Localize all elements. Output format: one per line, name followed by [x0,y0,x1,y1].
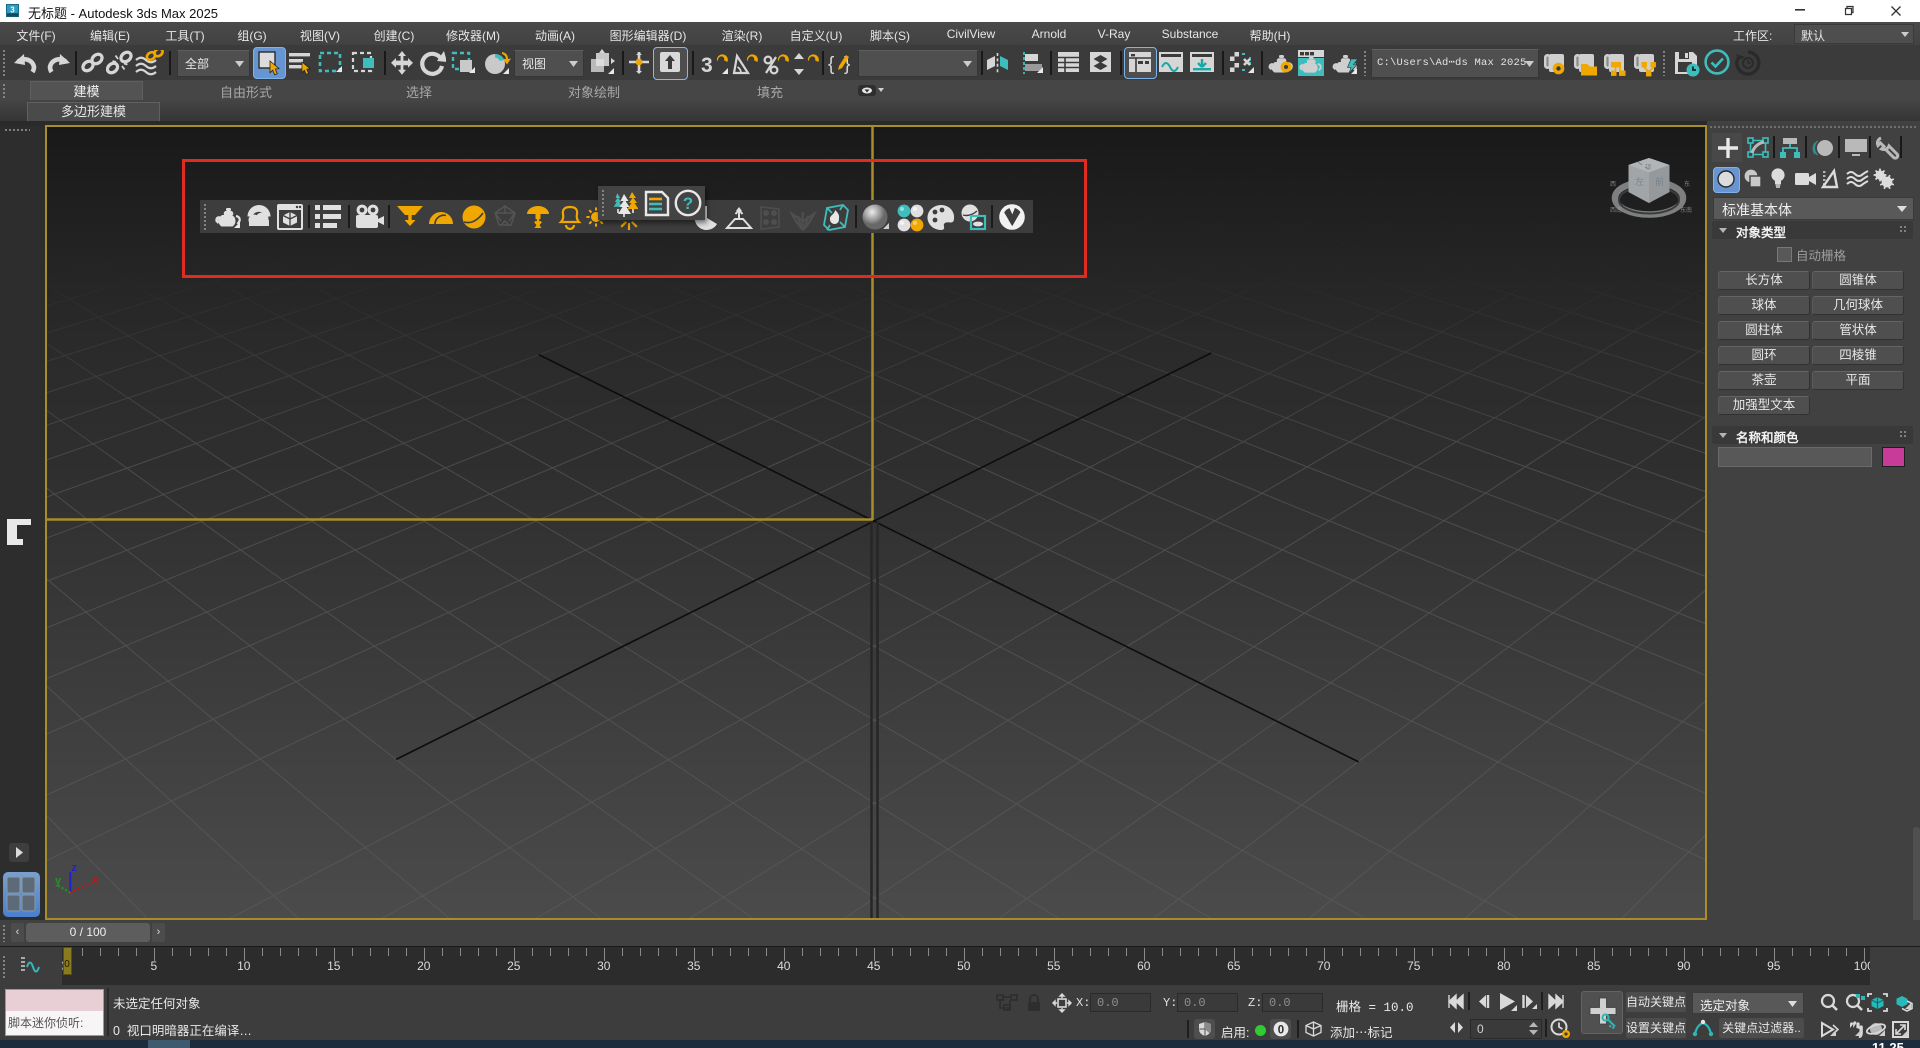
svg-text:3: 3 [10,6,15,15]
svg-text:东: 东 [1684,180,1690,188]
svg-text:0: 0 [1278,1025,1284,1037]
svg-text:?: ? [683,194,693,213]
svg-text:x: x [92,874,99,886]
svg-text:西南: 西南 [1610,206,1622,214]
svg-text:y: y [55,875,62,887]
svg-text:z: z [72,862,78,874]
svg-text:顶: 顶 [1645,163,1652,171]
svg-text:左: 左 [1635,176,1644,187]
svg-text:{: { [828,54,835,75]
svg-text:西: 西 [1610,181,1616,188]
svg-text:东南: 东南 [1680,206,1692,214]
svg-text:前: 前 [1655,176,1664,187]
svg-text:3: 3 [701,54,713,77]
